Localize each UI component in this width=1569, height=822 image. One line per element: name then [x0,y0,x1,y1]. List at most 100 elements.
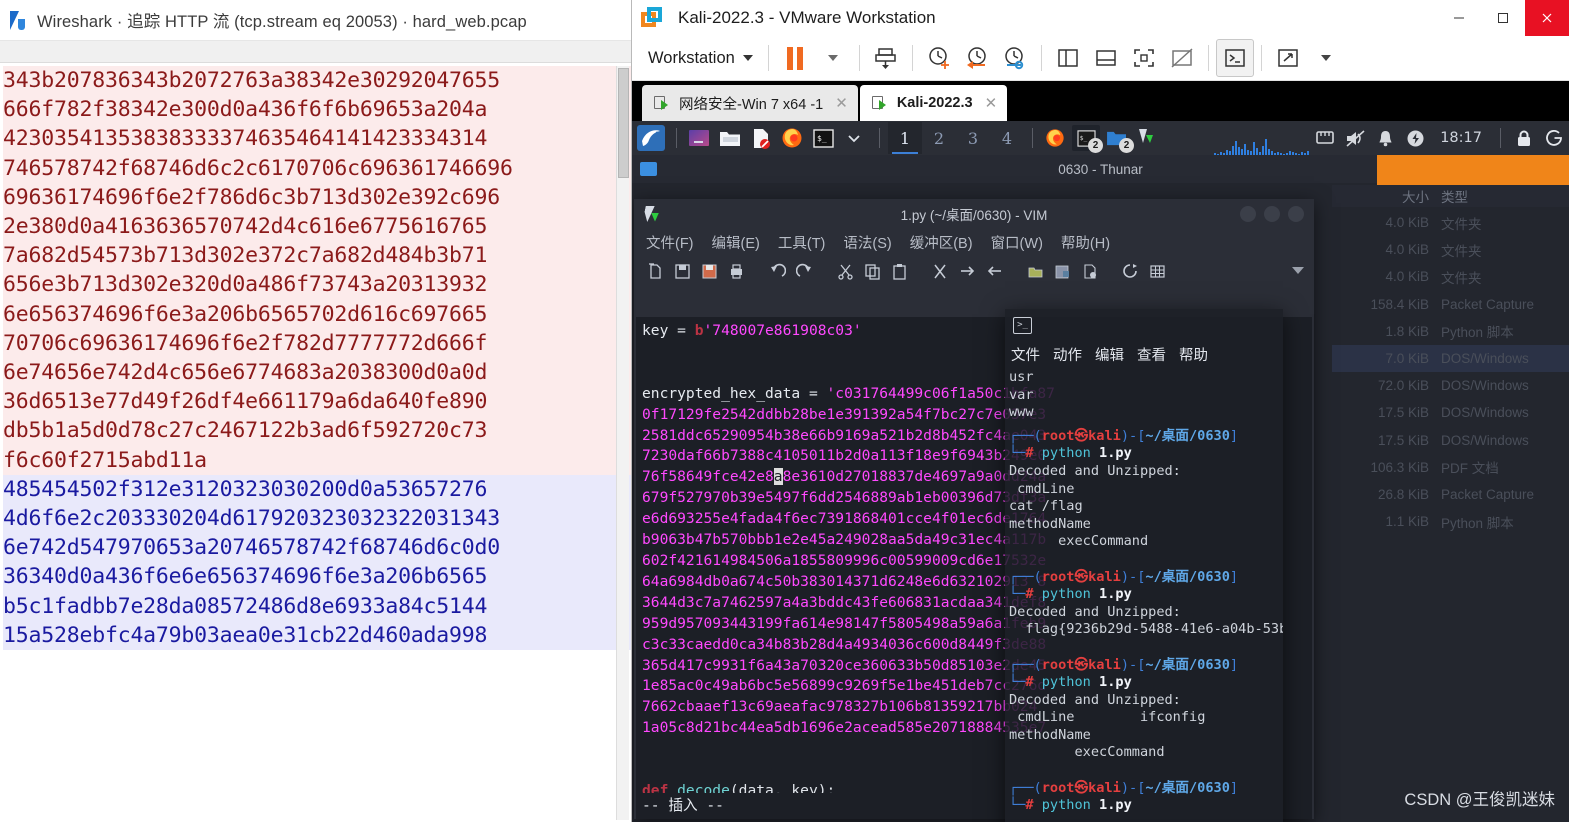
build-tags-button[interactable] [1144,258,1171,284]
menu-buffers[interactable]: 缓冲区(B) [910,232,973,253]
vim-window-buttons[interactable] [1240,206,1304,222]
workspace-1[interactable]: 1 [888,122,922,154]
pause-button[interactable] [776,39,814,77]
tab-close-icon[interactable]: ✕ [835,94,848,112]
kali-dragon-menu-icon[interactable] [637,125,665,151]
console-view-button[interactable] [1087,39,1125,77]
send-ctrl-alt-del-button[interactable] [867,39,905,77]
load-session-button[interactable] [1022,258,1049,284]
run-script-button[interactable] [1076,258,1103,284]
file-size: 4.0 KiB [1385,269,1429,285]
file-row[interactable]: 7.0 KiB DOS/Windows [1332,344,1569,373]
file-row[interactable]: 158.4 KiB Packet Capture [1332,291,1569,318]
menu-help[interactable]: 帮助 [1179,344,1208,365]
minimize-button[interactable] [1437,0,1481,36]
paste-button[interactable] [886,258,913,284]
file-row[interactable]: 17.5 KiB DOS/Windows [1332,427,1569,454]
workspace-2[interactable]: 2 [922,122,956,154]
menu-edit[interactable]: 编辑 [1095,344,1124,365]
power-icon[interactable] [1400,123,1430,153]
unity-console-button[interactable] [1215,39,1254,77]
fullscreen-dropdown-button[interactable] [1307,39,1345,77]
show-library-button[interactable] [1049,39,1087,77]
column-header-type[interactable]: 类型 [1437,186,1468,206]
workstation-menu-button[interactable]: Workstation [640,49,761,68]
save-button[interactable] [669,258,696,284]
maximize-button[interactable] [1264,206,1280,222]
file-row[interactable]: 1.8 KiB Python 脚本 [1332,318,1569,345]
file-row[interactable]: 106.3 KiB PDF 文档 [1332,454,1569,481]
find-button[interactable] [927,258,954,284]
menu-syntax[interactable]: 语法(S) [843,232,891,253]
column-header-size[interactable]: 大小 [1332,186,1437,206]
menu-view[interactable]: 查看 [1137,344,1166,365]
shell-command-line: └─# python 1.py [1009,445,1132,462]
undo-button[interactable] [764,258,791,284]
menu-file[interactable]: 文件 [1011,344,1040,365]
volume-muted-icon[interactable] [1340,123,1370,153]
close-button[interactable] [1525,0,1569,36]
file-row[interactable]: 4.0 KiB 文件夹 [1332,263,1569,290]
fit-guest-button[interactable] [1125,39,1163,77]
wireshark-scrollbar[interactable] [616,66,629,820]
lock-icon[interactable] [1509,123,1539,153]
terminal-output[interactable]: usr var www ┌──(root㉿kali)-[~/桌面/0630] └─# p… [1005,367,1283,822]
cut-button[interactable] [832,258,859,284]
take-snapshot-button[interactable] [920,39,958,77]
workspace-3[interactable]: 3 [956,122,990,154]
snapshot-manager-button[interactable] [996,39,1034,77]
file-row[interactable]: 17.5 KiB DOS/Windows [1332,399,1569,426]
show-desktop-icon[interactable] [685,125,713,151]
new-file-button[interactable] [642,258,669,284]
tab-kali[interactable]: Kali-2022.3 ✕ [859,85,1008,121]
workspace-4[interactable]: 4 [990,122,1024,154]
revert-snapshot-button[interactable] [958,39,996,77]
terminal-icon[interactable]: $_ [809,125,837,151]
copy-button[interactable] [859,258,886,284]
menu-edit[interactable]: 编辑(E) [712,232,760,253]
tab-win7[interactable]: 网络安全-Win 7 x64 -1 ✕ [642,85,858,121]
file-row[interactable]: 4.0 KiB 文件夹 [1332,209,1569,236]
vim-tray-icon[interactable] [1134,124,1160,150]
tab-close-icon[interactable]: ✕ [985,94,998,112]
fullscreen-button[interactable] [1269,39,1307,77]
vmware-tab-bar: 网络安全-Win 7 x64 -1 ✕ Kali-2022.3 ✕ [632,81,1569,121]
wireshark-stream-content[interactable]: 343b207836343b2072763a38342e30292047655 6… [0,64,631,822]
file-row[interactable]: 1.1 KiB Python 脚本 [1332,508,1569,535]
network-icon[interactable] [1310,123,1340,153]
shell-output-line: execCommand [1009,744,1165,761]
notification-bell-icon[interactable] [1370,123,1400,153]
menu-window[interactable]: 窗口(W) [991,232,1043,253]
save-all-button[interactable] [696,258,723,284]
taskbar-window-terminal[interactable]: $_ 2 [1072,125,1103,153]
menu-file[interactable]: 文件(F) [646,232,694,253]
text-editor-icon[interactable] [747,125,775,151]
file-manager-icon[interactable] [716,125,744,151]
apps-chevron-icon[interactable] [840,125,868,151]
wireshark-scrollbar-thumb[interactable] [618,68,629,178]
file-row[interactable]: 72.0 KiB DOS/Windows [1332,372,1569,399]
thunar-file-list[interactable]: 4.0 KiB 文件夹 4.0 KiB 文件夹 4.0 KiB 文件夹 158.4 KiB P… [1332,209,1569,535]
file-row[interactable]: 26.8 KiB Packet Capture [1332,481,1569,508]
save-session-button[interactable] [1049,258,1076,284]
session-icon[interactable] [1539,123,1569,153]
find-next-button[interactable] [954,258,981,284]
taskbar-window-filemanager[interactable]: 2 [1103,125,1134,153]
menu-tools[interactable]: 工具(T) [778,232,826,253]
make-button[interactable] [1117,258,1144,284]
pause-dropdown-button[interactable] [814,39,852,77]
maximize-button[interactable] [1481,0,1525,36]
taskbar-window-firefox[interactable] [1041,125,1069,151]
file-row[interactable]: 4.0 KiB 文件夹 [1332,236,1569,263]
menu-actions[interactable]: 动作 [1053,344,1082,365]
print-button[interactable] [723,258,750,284]
minimize-button[interactable] [1240,206,1256,222]
firefox-icon[interactable] [778,125,806,151]
taskbar-clock[interactable]: 18:17 [1430,130,1492,146]
menu-help[interactable]: 帮助(H) [1061,232,1110,253]
no-thumbnail-button[interactable] [1163,39,1201,77]
close-button[interactable] [1288,206,1304,222]
toolbar-overflow-caret-icon[interactable] [1292,267,1304,274]
redo-button[interactable] [791,258,818,284]
find-prev-button[interactable] [981,258,1008,284]
